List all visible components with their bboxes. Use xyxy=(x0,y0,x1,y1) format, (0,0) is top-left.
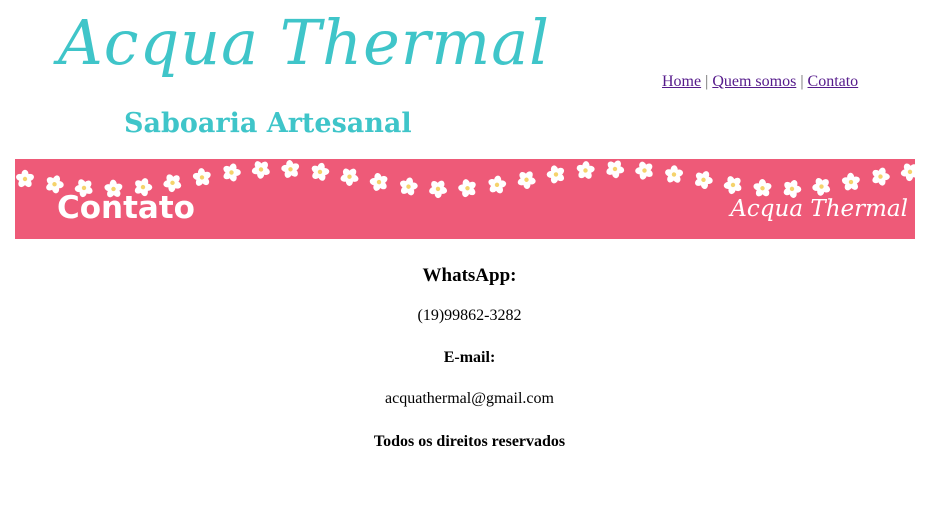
flower-icon xyxy=(841,172,860,191)
nav-link-home[interactable]: Home xyxy=(662,73,701,90)
footer-rights: Todos os direitos reservados xyxy=(373,433,566,450)
flower-icon xyxy=(576,161,595,179)
flower-icon xyxy=(458,179,476,198)
contact-section: WhatsApp: (19)99862-3282 E-mail: acquath… xyxy=(0,264,939,452)
logo-title: Acqua Thermal xyxy=(58,6,550,79)
flower-icon xyxy=(16,169,34,188)
flower-icon xyxy=(488,175,507,194)
flower-icon xyxy=(606,160,625,179)
flower-icon xyxy=(695,171,713,190)
flower-icon xyxy=(400,177,418,196)
flower-icon xyxy=(723,176,742,195)
email-address: acquathermal@gmail.com xyxy=(385,390,554,407)
banner-title: Contato xyxy=(57,190,195,226)
logo-subtitle: Saboaria Artesanal xyxy=(124,108,412,139)
flower-icon xyxy=(812,177,831,196)
flower-icon xyxy=(223,163,241,182)
nav-separator: | xyxy=(800,73,804,90)
whatsapp-label: WhatsApp: xyxy=(422,265,517,286)
flower-icon xyxy=(192,168,211,186)
flower-icon xyxy=(665,165,684,183)
nav-link-quem-somos[interactable]: Quem somos xyxy=(712,73,796,90)
main-nav: Home | Quem somos | Contato xyxy=(662,73,858,91)
flower-icon xyxy=(517,171,536,190)
nav-link-contato[interactable]: Contato xyxy=(808,73,859,90)
flower-icon xyxy=(369,172,388,191)
site-header: Acqua Thermal Saboaria Artesanal Home | … xyxy=(0,0,939,158)
email-label: E-mail: xyxy=(443,349,496,366)
whatsapp-number: (19)99862-3282 xyxy=(417,307,522,324)
flower-icon xyxy=(311,162,330,181)
flower-icon xyxy=(635,161,653,180)
flower-icon xyxy=(900,163,915,182)
contato-banner: Contato Acqua Thermal xyxy=(15,159,915,239)
flower-icon xyxy=(340,168,359,186)
flower-icon xyxy=(281,160,300,178)
flower-icon xyxy=(872,167,890,186)
banner-brand: Acqua Thermal xyxy=(730,196,908,222)
flower-icon xyxy=(251,161,270,179)
flower-icon xyxy=(429,180,448,199)
flower-icon xyxy=(546,165,565,184)
nav-separator: | xyxy=(705,73,709,90)
